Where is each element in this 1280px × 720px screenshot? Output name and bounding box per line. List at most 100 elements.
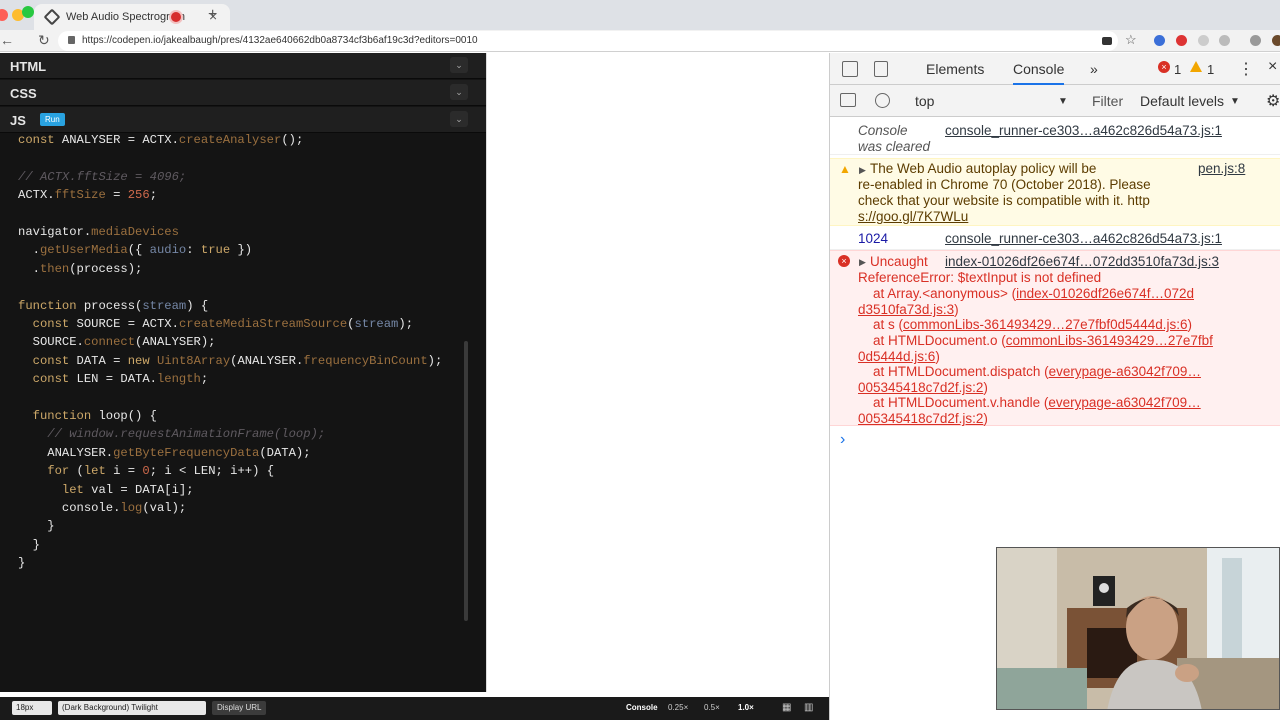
chevron-down-icon[interactable]: ⌄ (450, 84, 468, 100)
code-line[interactable]: const SOURCE = ACTX.createMediaStreamSou… (18, 315, 413, 333)
error-count-icon[interactable]: × (1158, 61, 1170, 73)
tab-console[interactable]: Console (1013, 61, 1065, 85)
stack-source-link[interactable]: everypage-a63042f709… (1048, 395, 1200, 410)
sidebar-toggle-icon[interactable] (840, 93, 856, 107)
warning-count-icon[interactable] (1190, 61, 1202, 72)
bookmark-star-icon[interactable]: ☆ (1125, 32, 1137, 48)
code-line[interactable]: navigator.mediaDevices (18, 223, 179, 241)
js-code-area[interactable]: const ANALYSER = ACTX.createAnalyser(); /… (0, 131, 478, 692)
webcam-overlay (996, 547, 1280, 710)
extension-icon[interactable] (1219, 35, 1230, 46)
editor-scrollbar[interactable] (464, 341, 468, 621)
warning-link[interactable]: s://goo.gl/7K7WLu (858, 209, 968, 225)
chevron-down-icon[interactable]: ⌄ (450, 57, 468, 73)
css-panel-header[interactable]: CSS ⌄ (0, 80, 486, 106)
stack-source-link[interactable]: 005345418c7d2f.js:2 (858, 411, 983, 426)
code-line[interactable]: SOURCE.connect(ANALYSER); (18, 333, 216, 351)
zoom-025-button[interactable]: 0.25× (668, 701, 688, 715)
stack-frame-text: at HTMLDocument.dispatch ( (858, 364, 1049, 379)
error-count[interactable]: 1 (1174, 62, 1181, 77)
tab-elements[interactable]: Elements (926, 61, 984, 77)
stack-frame: at HTMLDocument.v.handle (everypage-a630… (858, 395, 1201, 411)
reload-icon[interactable]: ↻ (38, 32, 50, 49)
source-link[interactable]: console_runner-ce303…a462c826d54a73.js:1 (945, 123, 1222, 139)
address-bar[interactable]: https://codepen.io/jakealbaugh/pres/4132… (58, 31, 1118, 51)
source-link[interactable]: console_runner-ce303…a462c826d54a73.js:1 (945, 231, 1222, 247)
display-url-button[interactable]: Display URL (212, 701, 267, 715)
chevron-down-icon[interactable]: ▼ (1230, 96, 1240, 107)
camera-extension-icon[interactable] (1102, 37, 1112, 45)
code-line[interactable]: // ACTX.fftSize = 4096; (18, 168, 186, 186)
chevron-down-icon[interactable]: ▼ (1058, 96, 1068, 107)
back-icon[interactable]: ← (0, 32, 14, 48)
js-panel-header[interactable]: JS Run ⌄ (0, 107, 486, 133)
html-panel-header[interactable]: HTML ⌄ (0, 53, 486, 79)
console-toolbar: top ▼ Filter Default levels ▼ ⚙ (830, 85, 1280, 117)
device-toolbar-icon[interactable] (874, 61, 888, 77)
browser-tab[interactable]: Web Audio Spectrogram × (34, 4, 230, 30)
warning-text: re-enabled in Chrome 70 (October 2018). … (858, 177, 1151, 192)
code-line[interactable]: // window.requestAnimationFrame(loop); (18, 425, 325, 443)
warning-text: check that your website is compatible wi… (858, 193, 1150, 208)
run-button[interactable]: Run (40, 113, 65, 126)
code-line[interactable]: function loop() { (18, 407, 157, 425)
close-devtools-icon[interactable]: × (1268, 58, 1277, 76)
code-line[interactable]: let val = DATA[i]; (18, 481, 194, 499)
code-line[interactable]: .then(process); (18, 260, 143, 278)
source-link[interactable]: index-01026df26e674f…072dd3510fa73d.js:3 (945, 254, 1219, 270)
stack-source-link[interactable]: commonLibs-361493429…27e7fbf0d5444d.js:6 (903, 317, 1187, 332)
zoom-05-button[interactable]: 0.5× (704, 701, 720, 715)
profile-avatar[interactable] (1272, 35, 1280, 46)
source-link[interactable]: pen.js:8 (1198, 161, 1245, 177)
code-line[interactable]: ANALYSER.getByteFrequencyData(DATA); (18, 444, 310, 462)
zoom-10-button[interactable]: 1.0× (738, 701, 754, 715)
code-line[interactable]: .getUserMedia({ audio: true }) (18, 241, 252, 259)
adblock-icon[interactable] (1176, 35, 1187, 46)
code-line[interactable]: } (18, 554, 25, 572)
context-select[interactable]: top (915, 93, 934, 109)
expand-triangle-icon[interactable]: ▶ (859, 255, 866, 271)
code-line[interactable]: function process(stream) { (18, 297, 208, 315)
code-line[interactable]: const ANALYSER = ACTX.createAnalyser(); (18, 131, 303, 149)
console-settings-gear-icon[interactable]: ⚙ (1266, 91, 1280, 111)
code-line[interactable]: const LEN = DATA.length; (18, 370, 209, 388)
chevron-down-icon[interactable]: ⌄ (450, 111, 468, 127)
console-prompt-icon[interactable]: › (840, 431, 845, 449)
code-line[interactable]: } (18, 517, 54, 535)
stack-source-link[interactable]: 005345418c7d2f.js:2 (858, 380, 983, 395)
stack-source-link[interactable]: everypage-a63042f709… (1049, 364, 1201, 379)
more-tabs-icon[interactable]: » (1090, 61, 1098, 77)
extension-icon[interactable] (1154, 35, 1165, 46)
zoom-window-button[interactable] (22, 6, 34, 18)
code-line[interactable]: } (18, 536, 40, 554)
stack-source-link[interactable]: 0d5444d.js:6 (858, 349, 935, 364)
close-window-button[interactable] (0, 9, 8, 21)
clear-console-icon[interactable] (875, 93, 890, 108)
new-tab-button[interactable]: + (208, 6, 217, 24)
layout-icon[interactable]: ▥ (804, 701, 813, 715)
stack-source-link[interactable]: commonLibs-361493429…27e7fbf (1006, 333, 1213, 348)
stack-source-link[interactable]: d3510fa73d.js:3 (858, 302, 954, 317)
font-size-select[interactable]: 18px (12, 701, 52, 715)
code-line[interactable]: ACTX.fftSize = 256; (18, 186, 157, 204)
warning-count[interactable]: 1 (1207, 62, 1214, 77)
extension-icon[interactable] (1198, 35, 1209, 46)
codepen-favicon-icon (43, 8, 61, 26)
inspect-element-icon[interactable] (842, 61, 858, 77)
js-panel-title: JS (10, 113, 26, 128)
html-panel-title: HTML (10, 59, 47, 74)
code-line[interactable]: const DATA = new Uint8Array(ANALYSER.fre… (18, 352, 443, 370)
theme-select[interactable]: (Dark Background) Twilight (58, 701, 206, 715)
extension-icon[interactable] (1250, 35, 1261, 46)
stack-source-link[interactable]: index-01026df26e674f…072d (1016, 286, 1194, 301)
code-line[interactable]: for (let i = 0; i < LEN; i++) { (18, 462, 274, 480)
code-line[interactable]: console.log(val); (18, 499, 186, 517)
console-cleared-text: was cleared (858, 139, 931, 154)
log-levels-select[interactable]: Default levels (1140, 93, 1224, 109)
layout-icon[interactable]: ▦ (782, 701, 791, 715)
browser-toolbar: ← ↻ https://codepen.io/jakealbaugh/pres/… (0, 30, 1280, 52)
tab-title: Web Audio Spectrogram (66, 11, 186, 23)
filter-input[interactable]: Filter (1092, 93, 1123, 109)
console-button[interactable]: Console (626, 701, 658, 715)
devtools-menu-icon[interactable]: ⋮ (1238, 59, 1254, 79)
